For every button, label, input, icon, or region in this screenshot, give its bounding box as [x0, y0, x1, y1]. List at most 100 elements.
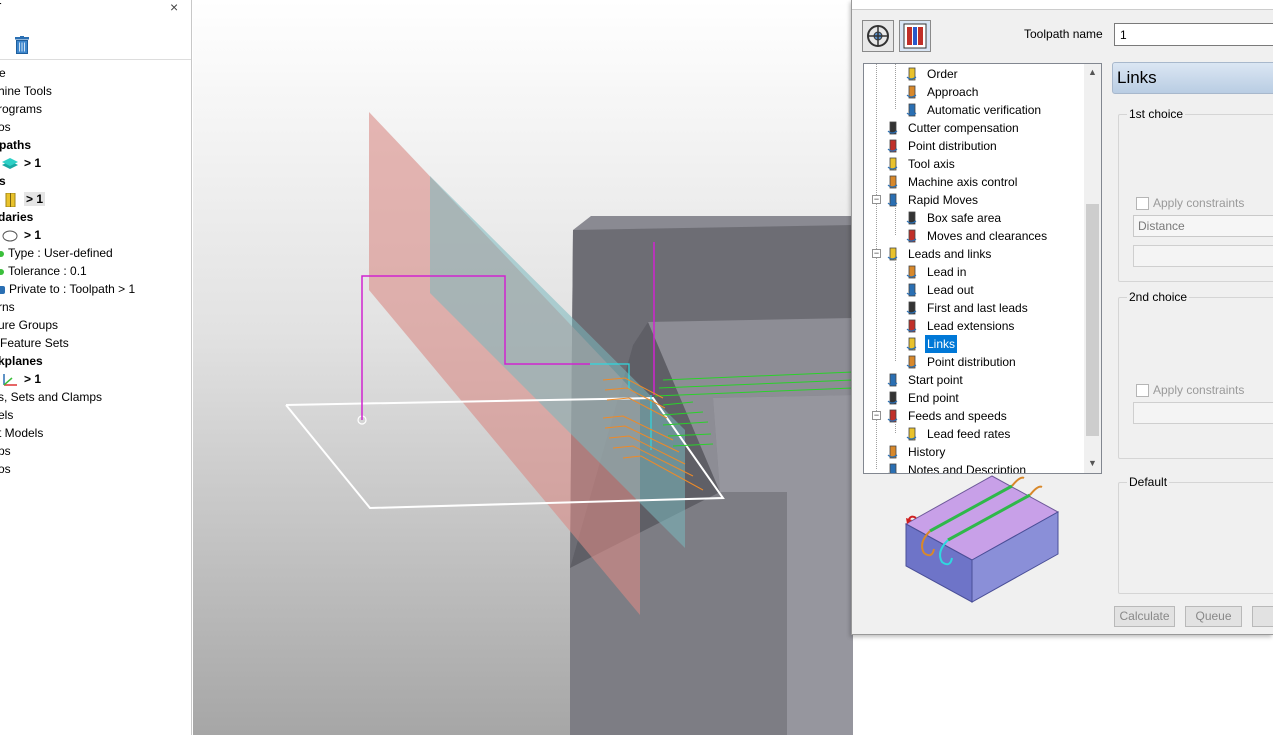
ok-button[interactable]	[1252, 606, 1273, 627]
page-title: Links	[1112, 62, 1273, 94]
calculate-button[interactable]: Calculate	[1114, 606, 1175, 627]
tree-scrollbar[interactable]: ▲ ▼	[1084, 64, 1101, 473]
explorer-item[interactable]: s	[0, 172, 6, 190]
tree-item-label: Lead extensions	[927, 319, 1015, 333]
apply-constraints-checkbox-1[interactable]	[1136, 197, 1149, 210]
explorer-item[interactable]: > 1	[0, 154, 41, 172]
dialog-title-strip	[852, 0, 1273, 10]
explorer-item[interactable]: s, Sets and Clamps	[0, 388, 102, 406]
explorer-item[interactable]: daries	[0, 208, 33, 226]
constraint-type-select[interactable]: Distance	[1133, 215, 1273, 237]
order-icon	[906, 67, 917, 81]
toolpath-name-input[interactable]	[1114, 23, 1273, 46]
tree-item-label: Machine axis control	[908, 175, 1018, 189]
toolpath-preview-button[interactable]	[899, 20, 931, 52]
second-choice-group: 2nd choice Apply constraints	[1118, 290, 1273, 459]
tree-item-label: Rapid Moves	[908, 193, 979, 207]
rapid-moves-icon	[887, 193, 898, 207]
links-icon	[906, 337, 917, 351]
explorer-item[interactable]: os	[0, 460, 11, 478]
apply-constraints-checkbox-2[interactable]	[1136, 384, 1149, 397]
explorer-item[interactable]: ps	[0, 442, 11, 460]
tree-item-label: Lead in	[927, 265, 967, 279]
tree-item-label: Start point	[908, 373, 963, 387]
scroll-up-icon[interactable]: ▲	[1087, 67, 1098, 79]
explorer-item[interactable]: rns	[0, 298, 15, 316]
explorer-toolbar	[0, 26, 191, 60]
explorer-item[interactable]: kplanes	[0, 352, 43, 370]
verification-icon	[906, 103, 917, 117]
second-choice-title: 2nd choice	[1127, 290, 1190, 304]
lead-feed-rates-icon	[906, 427, 917, 441]
explorer-item[interactable]: rograms	[0, 100, 42, 118]
explorer-item[interactable]: os	[0, 118, 11, 136]
explorer-title: r	[0, 0, 1, 13]
constraint-value-field-2[interactable]	[1133, 402, 1273, 424]
constraint-type-value: Distance	[1138, 219, 1185, 233]
end-point-icon	[887, 391, 898, 405]
tree-item-label: Lead out	[927, 283, 974, 297]
leads-links-icon	[887, 247, 898, 261]
collapse-icon[interactable]: −	[872, 249, 881, 258]
explorer-item[interactable]: t Models	[0, 424, 43, 442]
model-scene	[285, 112, 853, 735]
close-icon[interactable]: ×	[170, 0, 178, 15]
explorer-item[interactable]: hine Tools	[0, 82, 52, 100]
explorer-item[interactable]: > 1	[0, 226, 41, 244]
constraint-value-field-1[interactable]	[1133, 245, 1273, 267]
lead-out-icon	[906, 283, 917, 297]
scroll-down-icon[interactable]: ▼	[1087, 458, 1098, 470]
queue-button[interactable]: Queue	[1185, 606, 1242, 627]
tree-item-label: First and last leads	[927, 301, 1028, 315]
start-point-icon	[887, 373, 898, 387]
tree-item-label: Box safe area	[927, 211, 1002, 225]
scroll-thumb[interactable]	[1086, 204, 1099, 436]
tree-item-label: Lead feed rates	[927, 427, 1011, 441]
explorer-item[interactable]: > 1	[0, 190, 46, 208]
tool-axis-icon	[887, 157, 898, 171]
tree-item-label: Approach	[927, 85, 979, 99]
tree-item-label: History	[908, 445, 946, 459]
collapse-icon[interactable]: −	[872, 195, 881, 204]
apply-constraints-label-2: Apply constraints	[1153, 383, 1245, 397]
tree-item-label: Feeds and speeds	[908, 409, 1007, 423]
explorer-item[interactable]: e	[0, 64, 6, 82]
links-page: Links 1st choice Apply constraints Dista…	[1112, 62, 1273, 602]
trash-icon[interactable]	[14, 36, 30, 54]
box-safe-area-icon	[906, 211, 917, 225]
moves-clearances-icon	[906, 229, 917, 243]
status-dot-icon	[0, 268, 4, 275]
toolpath-layers-icon	[2, 157, 18, 169]
toolpath-name-label: Toolpath name	[1024, 27, 1103, 41]
apply-constraints-label-1: Apply constraints	[1153, 196, 1245, 210]
tree-item-label: Point distribution	[927, 355, 1016, 369]
private-icon	[0, 285, 5, 294]
graphics-viewport[interactable]	[193, 0, 853, 735]
tree-item-label: Notes and Description	[908, 463, 1027, 474]
tree-item-label: Tool axis	[908, 157, 955, 171]
first-choice-title: 1st choice	[1127, 107, 1186, 121]
tree-item-label: Order	[927, 67, 958, 81]
strategy-tree[interactable]: Order Approach Automatic verification Cutte…	[863, 63, 1102, 474]
default-title: Default	[1127, 475, 1170, 489]
default-group: Default	[1118, 475, 1273, 594]
lead-extensions-icon	[906, 319, 917, 333]
first-choice-group: 1st choice Apply constraints Distance	[1118, 107, 1273, 282]
explorer-item[interactable]: els	[0, 406, 13, 424]
point-distribution-icon	[906, 355, 917, 369]
tool-icon	[5, 192, 16, 208]
explorer-item[interactable]: paths	[0, 136, 31, 154]
explorer-item[interactable]: ure Groups	[0, 316, 58, 334]
collapse-icon[interactable]: −	[872, 411, 881, 420]
strategy-selector-button[interactable]	[862, 20, 894, 52]
first-last-leads-icon	[906, 301, 917, 315]
explorer-item[interactable]: Feature Sets	[0, 334, 69, 352]
explorer-item[interactable]: > 1	[0, 370, 41, 388]
status-dot-icon	[0, 250, 4, 257]
approach-icon	[906, 85, 917, 99]
tree-item-label: Point distribution	[908, 139, 997, 153]
toolpath-strategy-dialog: Toolpath name Order Approach Automatic ver…	[851, 0, 1273, 635]
tree-item-label: Automatic verification	[927, 103, 1042, 117]
history-icon	[887, 445, 898, 459]
explorer-panel: r × e hine Tools rograms os paths > 1 s	[0, 0, 192, 735]
